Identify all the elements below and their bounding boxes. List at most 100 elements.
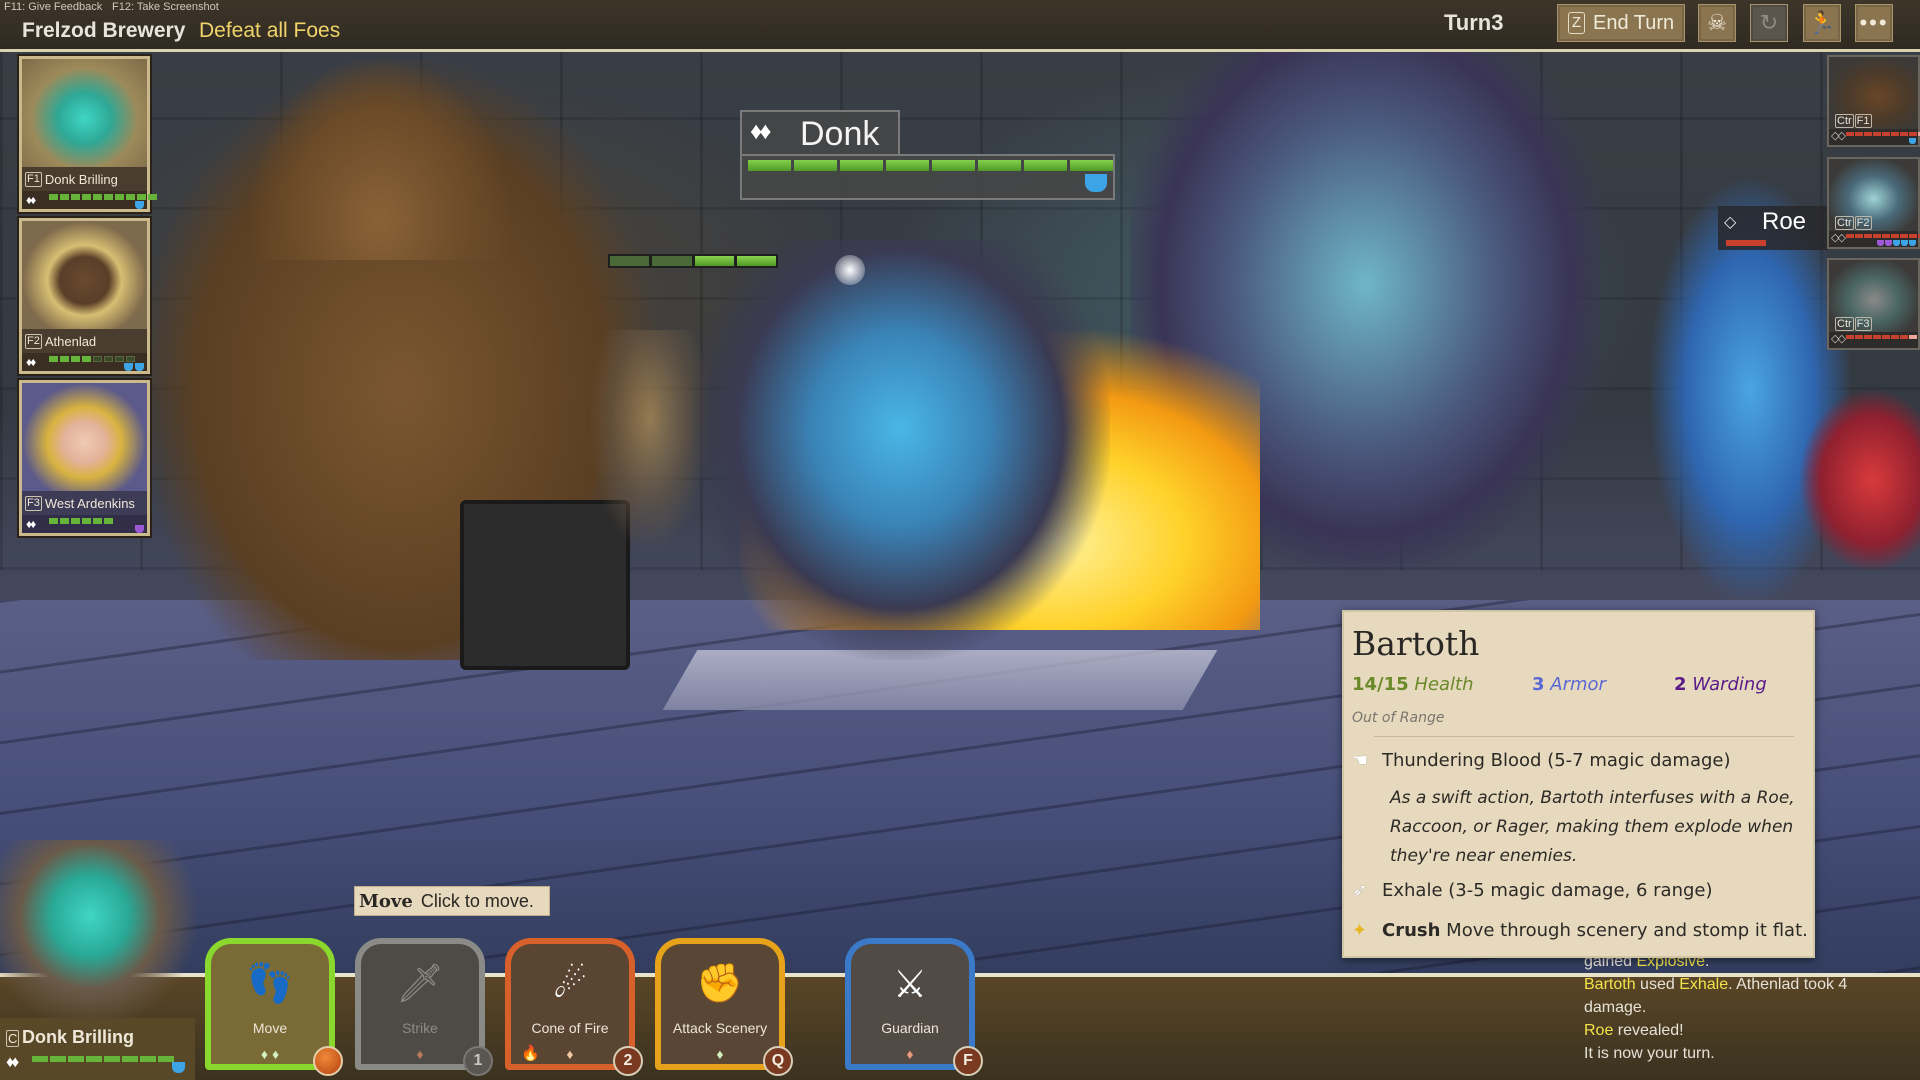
hotkey-badge: F	[953, 1046, 983, 1076]
hp-segment	[68, 1056, 84, 1062]
enemy-portrait[interactable]: Ctr F2 ◇◇	[1827, 157, 1920, 249]
ability-label: Attack Scenery	[672, 1020, 768, 1036]
hp-segment	[1855, 335, 1863, 339]
hp-segment	[1882, 234, 1890, 238]
tooltip-title: Move	[359, 890, 413, 912]
enemy-hotkey: Ctr F2	[1835, 216, 1873, 230]
mod-key: Ctr	[1835, 114, 1854, 128]
log-text: used	[1635, 976, 1680, 993]
portrait-image	[22, 221, 147, 329]
mod-key: Ctr	[1835, 216, 1854, 230]
location-title: Frelzod Brewery	[22, 19, 186, 42]
hp-segment	[978, 160, 1021, 171]
ability-card-strike[interactable]: 🗡 Strike ♦ 1	[355, 938, 493, 1076]
hp-segment	[1882, 335, 1890, 339]
monster-info-button[interactable]: ☠	[1698, 4, 1736, 42]
hp-segment	[1891, 335, 1899, 339]
log-text: . Athenlad took 4	[1728, 976, 1848, 993]
hp-segment	[932, 160, 975, 171]
health-bar	[49, 518, 113, 524]
health-bar	[32, 1056, 174, 1062]
ability-description: As a swift action, Bartoth interfuses wi…	[1390, 788, 1795, 866]
party-portrait[interactable]: F3 West Ardenkins ♦♦	[19, 380, 150, 536]
warding-stat: 2 Warding	[1674, 674, 1767, 695]
active-hero-panel[interactable]: C Donk Brilling ♦♦	[0, 1018, 195, 1080]
hp-segment	[82, 194, 91, 200]
enemy-stats: ◇◇	[1829, 129, 1920, 145]
armor-shield-icon	[135, 363, 144, 371]
action-pips: ◇	[1724, 214, 1737, 231]
ability-label: Cone of Fire	[531, 1020, 609, 1036]
action-pips: ♦♦	[26, 355, 36, 369]
light-wisp	[835, 255, 865, 285]
hp-segment	[60, 356, 69, 362]
hp-segment	[886, 160, 929, 171]
rager-enemy[interactable]	[1800, 390, 1920, 570]
health-bar	[1846, 234, 1920, 238]
ammo-orb-icon	[313, 1046, 343, 1076]
armor-shield-icon	[1085, 174, 1107, 192]
action-pips: ◇◇	[1831, 130, 1846, 142]
hp-segment	[1882, 132, 1890, 136]
hotkey-badge: F1	[25, 171, 42, 187]
ability-card-attack-scenery[interactable]: ✊ Attack Scenery ♦ Q	[655, 938, 793, 1076]
action-cost: ♦	[716, 1046, 724, 1062]
hp-segment	[71, 518, 80, 524]
armor-shield-icon	[172, 1062, 185, 1073]
donk-brilling-unit[interactable]	[690, 240, 1110, 660]
hotkey-badge: 1	[463, 1046, 493, 1076]
nameplate-tab: ♦♦ Donk	[740, 110, 900, 160]
more-menu-button[interactable]: •••	[1855, 4, 1893, 42]
trait-entry: ✦ Crush Move through scenery and stomp it…	[1352, 920, 1808, 941]
trait-title: Crush	[1382, 920, 1441, 941]
health-label: Health	[1414, 674, 1474, 695]
hp-segment	[49, 356, 58, 362]
hp-segment	[1855, 132, 1863, 136]
enemy-portrait[interactable]: Ctr F3 ◇◇	[1827, 258, 1920, 350]
hp-segment	[82, 356, 91, 362]
health-bar	[1846, 132, 1920, 136]
end-turn-button[interactable]: Z End Turn	[1557, 4, 1685, 42]
armor-shield-icon	[1909, 138, 1916, 144]
ability-card-guardian[interactable]: ⚔ Guardian ♦ F	[845, 938, 983, 1076]
action-pips: ♦♦	[26, 193, 36, 207]
enemy-hotkey: Ctr F1	[1835, 114, 1873, 128]
party-portrait[interactable]: F1 Donk Brilling ♦♦	[19, 56, 157, 212]
health-bar	[1726, 240, 1766, 246]
more-icon: •••	[1859, 10, 1889, 35]
flee-button[interactable]: 🏃	[1803, 4, 1841, 42]
portrait-namebar: F2 Athenlad	[22, 329, 147, 353]
range-status: Out of Range	[1352, 710, 1445, 726]
ability-title: Exhale (3-5 magic damage, 6 range)	[1382, 880, 1713, 901]
armor-label: Armor	[1550, 674, 1606, 695]
portrait-namebar: F1 Donk Brilling	[22, 167, 147, 191]
ward-shield-icon	[1877, 240, 1884, 246]
hp-segment	[1900, 132, 1908, 136]
health-bar	[49, 356, 135, 362]
hp-segment	[1873, 335, 1881, 339]
ability-card-move[interactable]: 👣 Move ♦ ♦	[205, 938, 343, 1076]
hp-segment	[122, 1056, 138, 1062]
unit-nameplate: ♦♦ Donk	[740, 110, 1115, 200]
action-cost: ♦	[566, 1046, 574, 1062]
health-bar	[49, 194, 157, 200]
flee-icon: 🏃	[1808, 10, 1836, 35]
party-portrait[interactable]: F2 Athenlad ♦♦	[19, 218, 150, 374]
ability-card-cone-of-fire[interactable]: ☄ Cone of Fire 🔥 ♦ 2	[505, 938, 643, 1076]
ability-label: Move	[252, 1020, 288, 1036]
feedback-hint[interactable]: F11: Give Feedback	[4, 1, 102, 13]
beast-antlers	[250, 60, 510, 260]
undo-button[interactable]: ↻	[1750, 4, 1788, 42]
f-key: F3	[1854, 317, 1872, 331]
hp-segment	[652, 256, 692, 266]
screenshot-hint[interactable]: F12: Take Screenshot	[112, 1, 219, 13]
hp-segment	[71, 356, 80, 362]
hotkey-badge: 2	[613, 1046, 643, 1076]
hp-segment	[1873, 234, 1881, 238]
enemy-portrait[interactable]: Ctr F1 ◇◇	[1827, 55, 1920, 147]
action-cost: ♦	[906, 1046, 914, 1062]
health-bar	[748, 160, 1113, 171]
sword-icon: 🗡	[395, 963, 445, 1005]
log-line: damage.	[1584, 996, 1914, 1019]
hp-segment	[49, 194, 58, 200]
